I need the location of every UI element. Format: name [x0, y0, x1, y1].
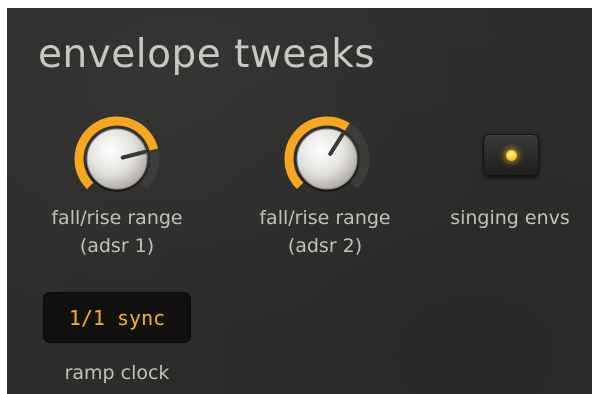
panel-title: envelope tweaks — [38, 32, 376, 77]
knob-graphic — [284, 116, 370, 192]
knob-body — [296, 128, 358, 190]
knob1-label-line1: fall/rise range — [51, 207, 183, 229]
fall-rise-range-adsr1-label: fall/rise range (adsr 1) — [17, 204, 217, 260]
fall-rise-range-adsr2-knob[interactable] — [279, 111, 375, 207]
led-indicator-icon — [506, 150, 517, 161]
knob1-label-line2: (adsr 1) — [79, 235, 155, 257]
singing-envs-toggle[interactable] — [483, 134, 539, 176]
fall-rise-range-adsr2-label: fall/rise range (adsr 2) — [225, 204, 425, 260]
fall-rise-range-adsr1-knob[interactable] — [69, 111, 165, 207]
knob2-label-line2: (adsr 2) — [287, 235, 363, 257]
singing-envs-label: singing envs — [450, 207, 570, 229]
envelope-tweaks-panel: envelope tweaks fall/rise range (adsr 1)… — [7, 8, 592, 394]
ramp-clock-label: ramp clock — [64, 362, 170, 384]
knob-graphic — [74, 116, 160, 192]
ramp-clock-display[interactable]: 1/1 sync — [44, 293, 190, 342]
knob-body — [86, 128, 148, 190]
knob2-label-line1: fall/rise range — [259, 207, 391, 229]
